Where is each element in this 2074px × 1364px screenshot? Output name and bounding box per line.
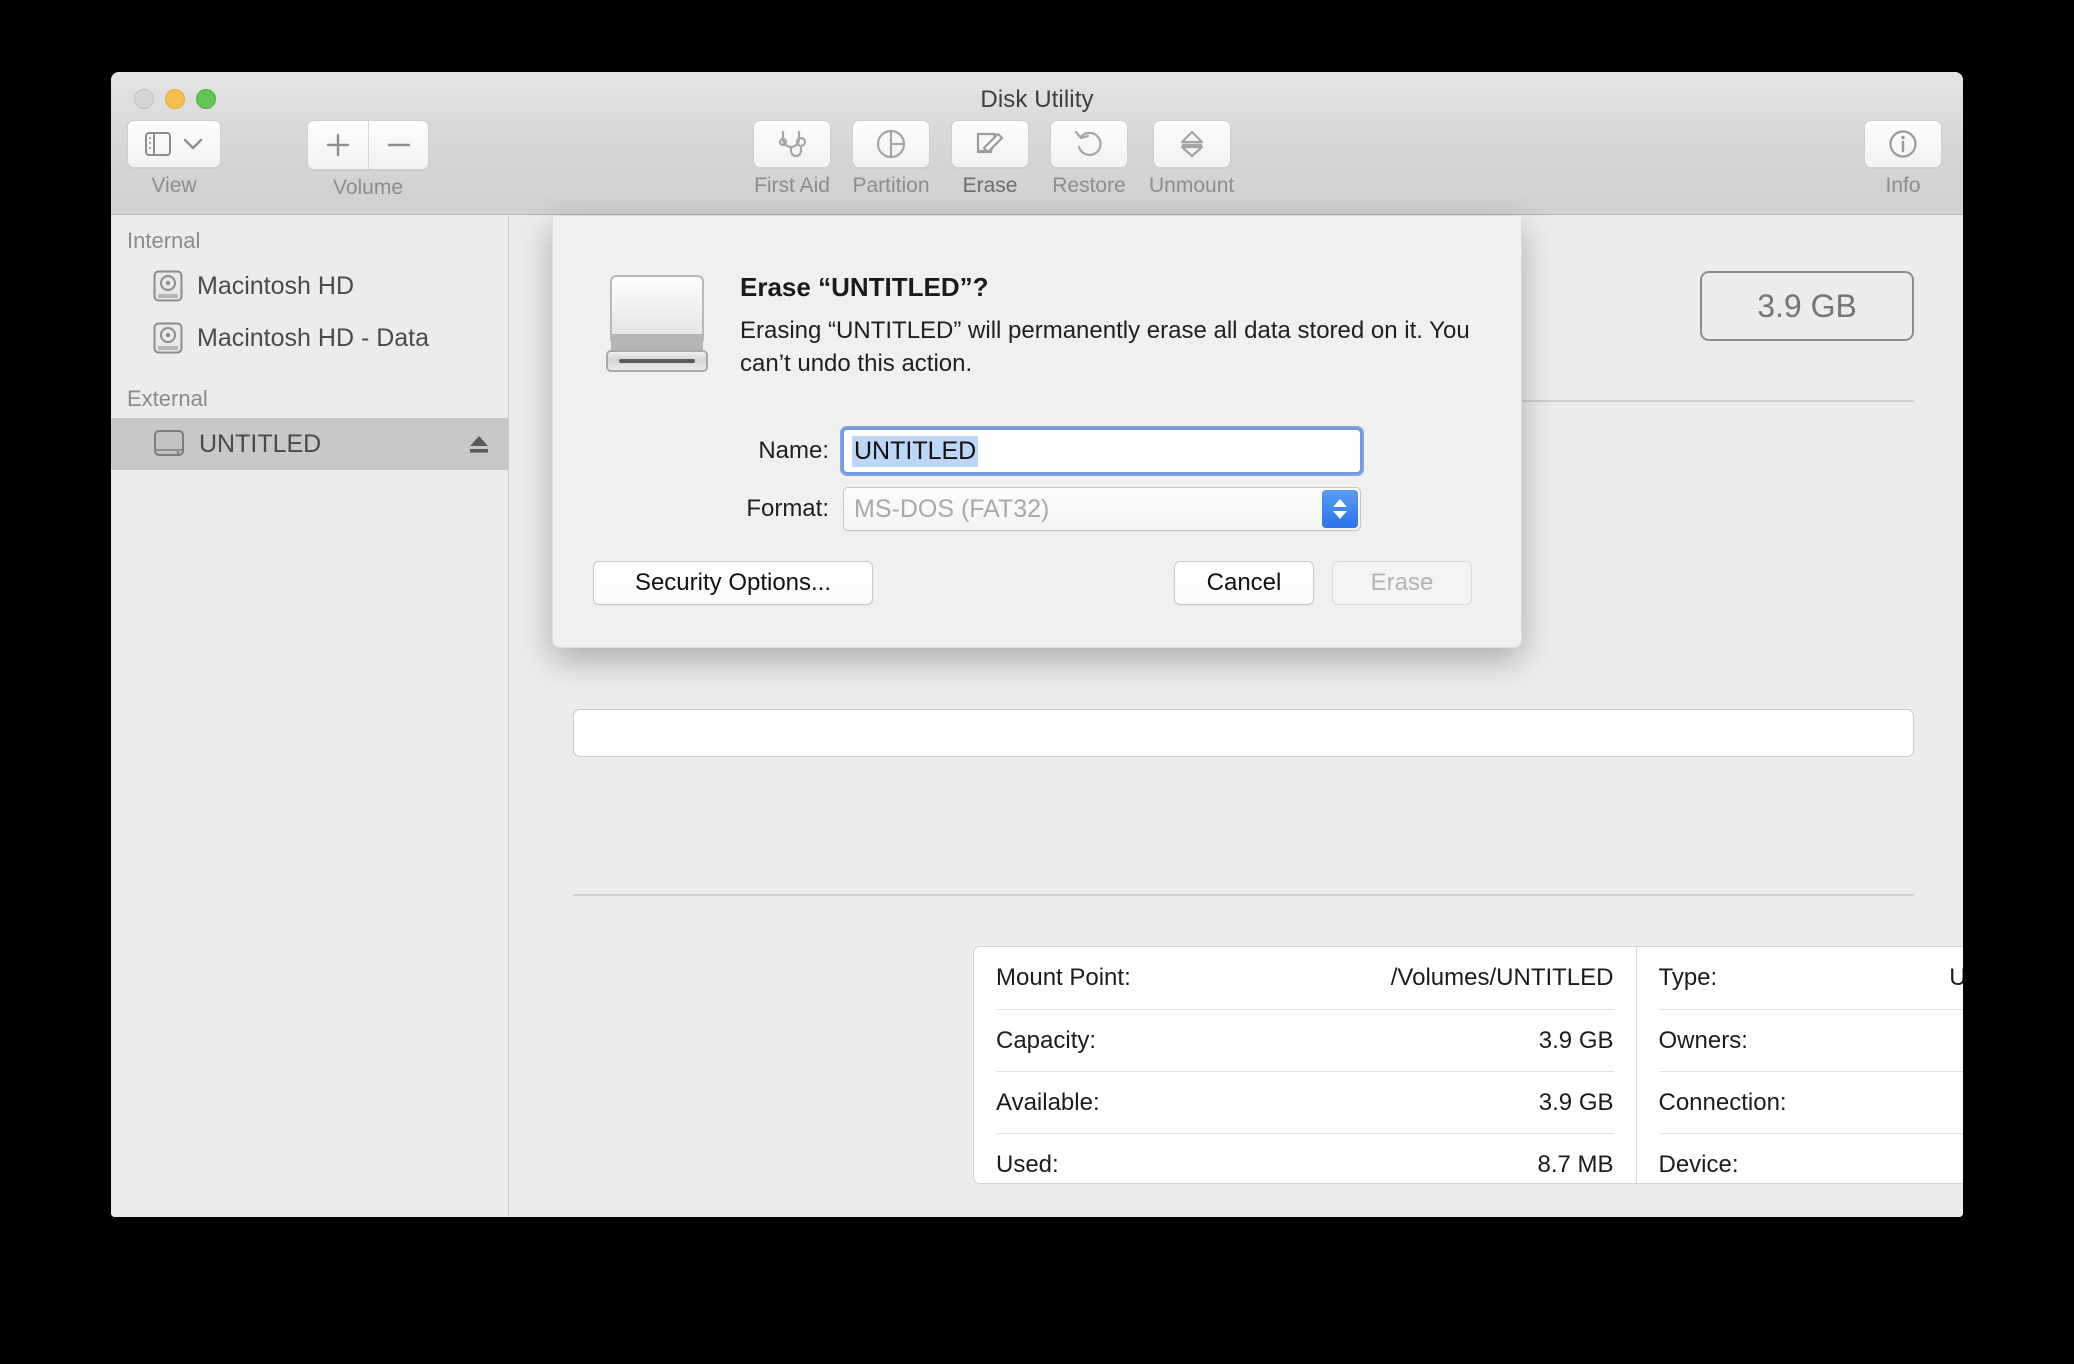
toolbar-group-view: View (127, 120, 221, 198)
table-row: Mount Point: /Volumes/UNTITLED (996, 947, 1614, 1009)
divider-bottom (573, 894, 1914, 896)
info-value: /Volumes/UNTITLED (1390, 964, 1614, 991)
info-value: 3.9 GB (1538, 1026, 1614, 1054)
info-value: USB External Physical Volume (1949, 964, 1963, 991)
chevron-up-icon (1333, 499, 1347, 507)
minus-icon (386, 132, 412, 158)
table-row: Owners: Disabled (1658, 1009, 1963, 1071)
name-input[interactable]: UNTITLED (840, 426, 1364, 476)
external-disk-icon (153, 429, 185, 459)
format-stepper-icon[interactable] (1322, 490, 1358, 528)
toolbar-item-first-aid[interactable]: First Aid (753, 120, 831, 198)
view-options-button[interactable] (127, 120, 221, 168)
name-input-value: UNTITLED (852, 435, 979, 467)
toolbar-group-volume: Volume (307, 120, 429, 200)
info-value: 8.7 MB (1537, 1150, 1614, 1178)
sheet-title: Erase “UNTITLED”? (740, 272, 989, 302)
cancel-button[interactable]: Cancel (1174, 561, 1314, 605)
capacity-bar (573, 709, 1914, 757)
restore-label: Restore (1052, 174, 1126, 197)
unmount-button[interactable] (1152, 120, 1231, 168)
toolbar-item-partition[interactable]: Partition (852, 120, 930, 198)
info-column-left: Mount Point: /Volumes/UNTITLED Capacity:… (974, 947, 1636, 1183)
eject-icon (1177, 129, 1207, 159)
erase-confirmation-sheet: Erase “UNTITLED”? Erasing “UNTITLED” wil… (552, 216, 1522, 648)
chevron-down-icon (183, 138, 203, 151)
info-label: Capacity: (996, 1026, 1097, 1054)
toolbar-group-tools: First Aid Partition Erase Restore Unmoun… (753, 120, 1234, 198)
first-aid-button[interactable] (753, 120, 831, 168)
sidebar-item-label: Macintosh HD (197, 271, 354, 300)
info-label: Owners: (1658, 1026, 1748, 1054)
undo-arrow-icon (1073, 129, 1105, 159)
info-column-right: Type: USB External Physical Volume Owner… (1635, 947, 1964, 1183)
info-button[interactable] (1864, 120, 1942, 168)
volume-segmented-control (307, 120, 429, 170)
format-label: Format: (746, 495, 829, 522)
security-options-button[interactable]: Security Options... (593, 561, 873, 605)
volume-label: Volume (332, 176, 404, 199)
format-field-row: Format: MS-DOS (FAT32) (553, 487, 1521, 531)
info-label: Available: (996, 1088, 1100, 1116)
toolbar-group-info: Info (1864, 120, 1942, 198)
volume-info-table: Mount Point: /Volumes/UNTITLED Capacity:… (973, 946, 1963, 1184)
eject-icon[interactable] (466, 431, 492, 457)
internal-disk-icon (153, 322, 183, 354)
restore-button[interactable] (1050, 120, 1128, 168)
erase-pencil-icon (974, 129, 1006, 159)
toolbar-item-unmount[interactable]: Unmount (1149, 120, 1234, 198)
sidebar-item-label: UNTITLED (199, 429, 322, 458)
partition-label: Partition (852, 174, 930, 197)
info-label: Device: (1658, 1150, 1739, 1178)
capacity-badge: 3.9 GB (1700, 271, 1914, 341)
table-row: Type: USB External Physical Volume (1659, 947, 1964, 1009)
partition-button[interactable] (852, 120, 930, 168)
unmount-label: Unmount (1149, 174, 1235, 197)
window-title: Disk Utility (980, 86, 1094, 113)
sidebar-section-header-internal: Internal (127, 228, 201, 253)
table-row: Device: disk2s1 (1658, 1133, 1963, 1195)
info-circle-icon (1887, 128, 1919, 160)
sidebar-icon (145, 132, 171, 156)
erase-button[interactable] (951, 120, 1029, 168)
sidebar-item-label: Macintosh HD - Data (197, 323, 430, 352)
toolbar-item-erase[interactable]: Erase (951, 120, 1029, 198)
window-titlebar: Disk Utility View Volume First Aid Parti… (111, 72, 1963, 215)
info-label: Info (1885, 174, 1921, 197)
chevron-down-icon (1333, 511, 1347, 519)
first-aid-label: First Aid (754, 174, 830, 197)
remove-volume-button[interactable] (368, 121, 428, 169)
info-label: Type: (1658, 964, 1718, 991)
table-row: Capacity: 3.9 GB (996, 1009, 1614, 1071)
add-volume-button[interactable] (308, 121, 368, 169)
sheet-message: Erasing “UNTITLED” will permanently eras… (740, 317, 1470, 378)
toolbar-item-restore[interactable]: Restore (1050, 120, 1128, 198)
name-field-row: Name: UNTITLED (553, 426, 1521, 476)
table-row: Available: 3.9 GB (996, 1071, 1614, 1133)
name-label: Name: (758, 437, 829, 464)
pie-chart-icon (875, 128, 907, 160)
sidebar-item-macintosh-hd-data[interactable]: Macintosh HD - Data (111, 312, 508, 364)
info-value: 3.9 GB (1538, 1088, 1614, 1116)
erase-confirm-button: Erase (1332, 561, 1472, 605)
info-label: Connection: (1658, 1088, 1787, 1116)
sidebar-item-macintosh-hd[interactable]: Macintosh HD (111, 260, 508, 312)
format-select[interactable]: MS-DOS (FAT32) (843, 487, 1361, 531)
info-label: Mount Point: (996, 964, 1131, 991)
plus-icon (325, 132, 351, 158)
disk-utility-window: Disk Utility View Volume First Aid Parti… (111, 72, 1963, 1217)
view-label: View (151, 174, 197, 197)
external-disk-icon (603, 268, 711, 380)
erase-label: Erase (962, 174, 1018, 197)
info-label: Used: (996, 1150, 1059, 1178)
format-select-value: MS-DOS (FAT32) (854, 494, 1050, 523)
stethoscope-icon (776, 129, 808, 159)
sidebar: Internal Macintosh HD Macintosh HD - Dat… (111, 216, 509, 1217)
sidebar-section-header-external: External (127, 386, 208, 411)
internal-disk-icon (153, 270, 183, 302)
table-row: Connection: USB (1658, 1071, 1963, 1133)
table-row: Used: 8.7 MB (996, 1133, 1614, 1195)
sidebar-item-untitled[interactable]: UNTITLED (111, 418, 508, 470)
